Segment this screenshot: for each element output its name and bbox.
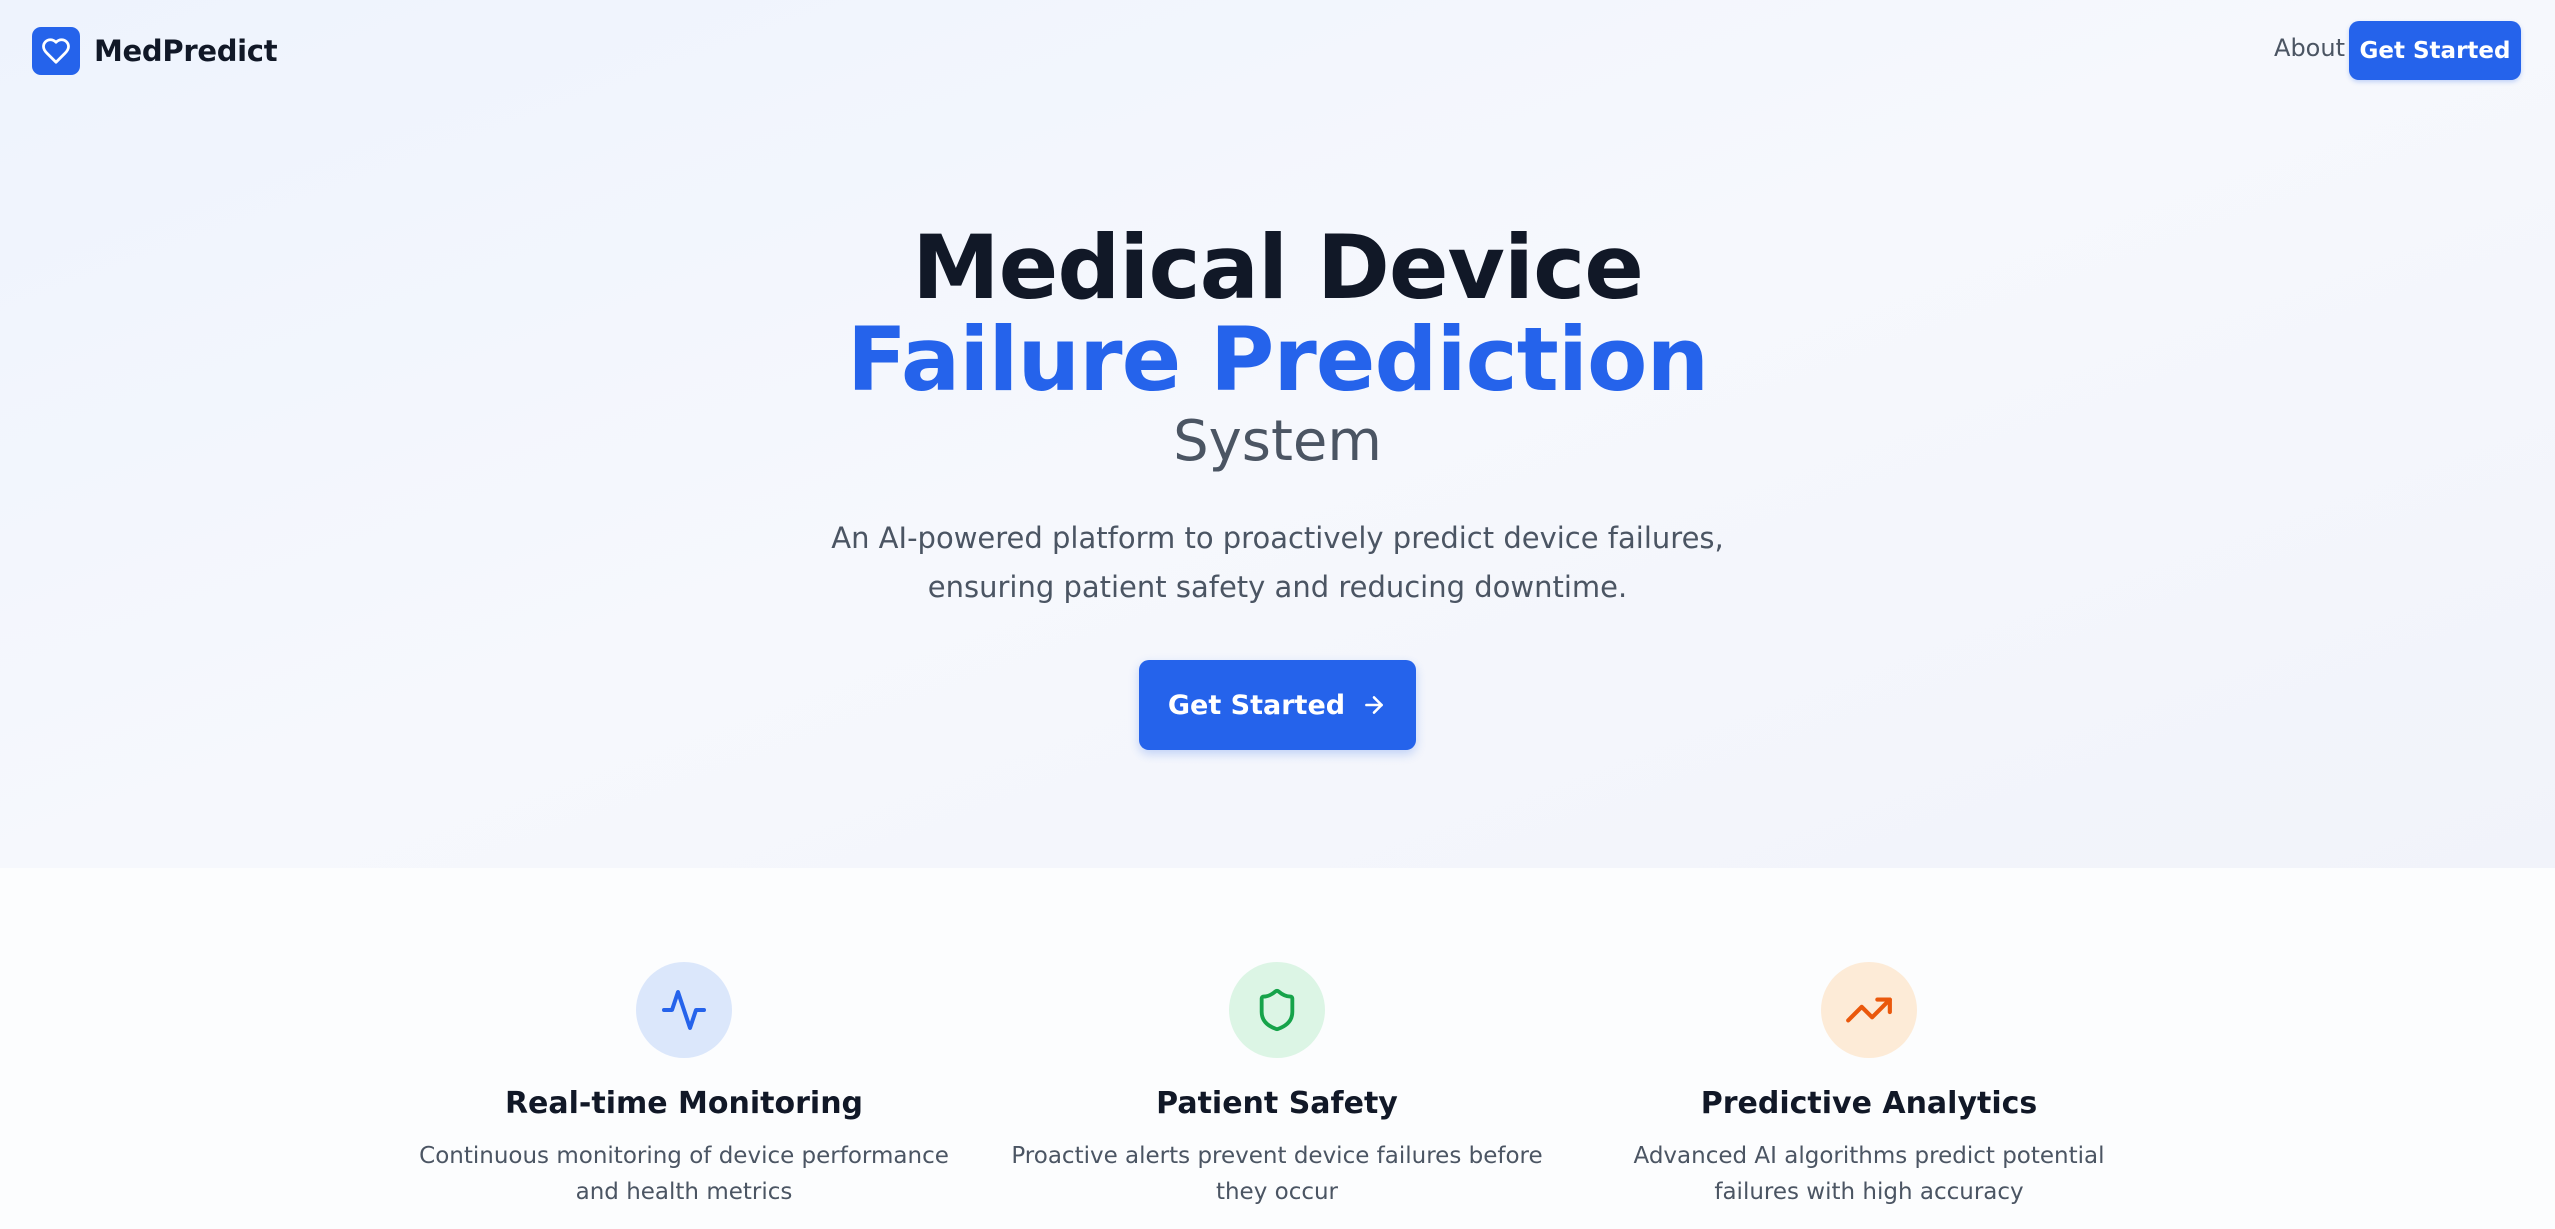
activity-icon	[660, 986, 708, 1034]
feature-description: Continuous monitoring of device performa…	[419, 1143, 949, 1205]
feature-icon-circle	[1821, 962, 1917, 1058]
trending-up-icon	[1844, 985, 1894, 1035]
hero-title-line1: Medical Device	[912, 216, 1644, 319]
top-navbar: MedPredict About Get Started	[0, 0, 2555, 104]
hero-cta-label: Get Started	[1167, 689, 1346, 721]
feature-title: Real-time Monitoring	[504, 1086, 864, 1121]
feature-card-safety: Patient Safety Proactive alerts prevent …	[987, 962, 1567, 1210]
feature-title: Predictive Analytics	[1700, 1086, 2038, 1121]
feature-card-analytics: Predictive Analytics Advanced AI algorit…	[1579, 962, 2159, 1210]
brand-logo[interactable]: MedPredict	[32, 27, 278, 75]
nav-link-about[interactable]: About	[2274, 34, 2345, 62]
logo-badge	[32, 27, 80, 75]
brand-name: MedPredict	[94, 34, 278, 68]
shield-icon	[1254, 987, 1300, 1033]
feature-title: Patient Safety	[1156, 1086, 1398, 1121]
feature-description: Proactive alerts prevent device failures…	[1011, 1143, 1543, 1205]
hero-title-highlight: Failure Prediction	[846, 308, 1709, 411]
hero-section: Medical Device Failure Prediction System…	[0, 220, 2555, 750]
feature-card-monitoring: Real-time Monitoring Continuous monitori…	[394, 962, 974, 1210]
feature-description: Advanced AI algorithms predict potential…	[1633, 1143, 2105, 1205]
hero-get-started-button[interactable]: Get Started	[1139, 660, 1416, 750]
arrow-right-icon	[1361, 692, 1387, 718]
hero-title-line3: System	[1173, 409, 1382, 474]
feature-icon-circle	[636, 962, 732, 1058]
heart-icon	[41, 36, 71, 66]
nav-get-started-button[interactable]: Get Started	[2349, 21, 2521, 80]
hero-subtitle: An AI-powered platform to proactively pr…	[831, 521, 1724, 604]
features-section: Real-time Monitoring Continuous monitori…	[0, 962, 2555, 1229]
feature-icon-circle	[1229, 962, 1325, 1058]
